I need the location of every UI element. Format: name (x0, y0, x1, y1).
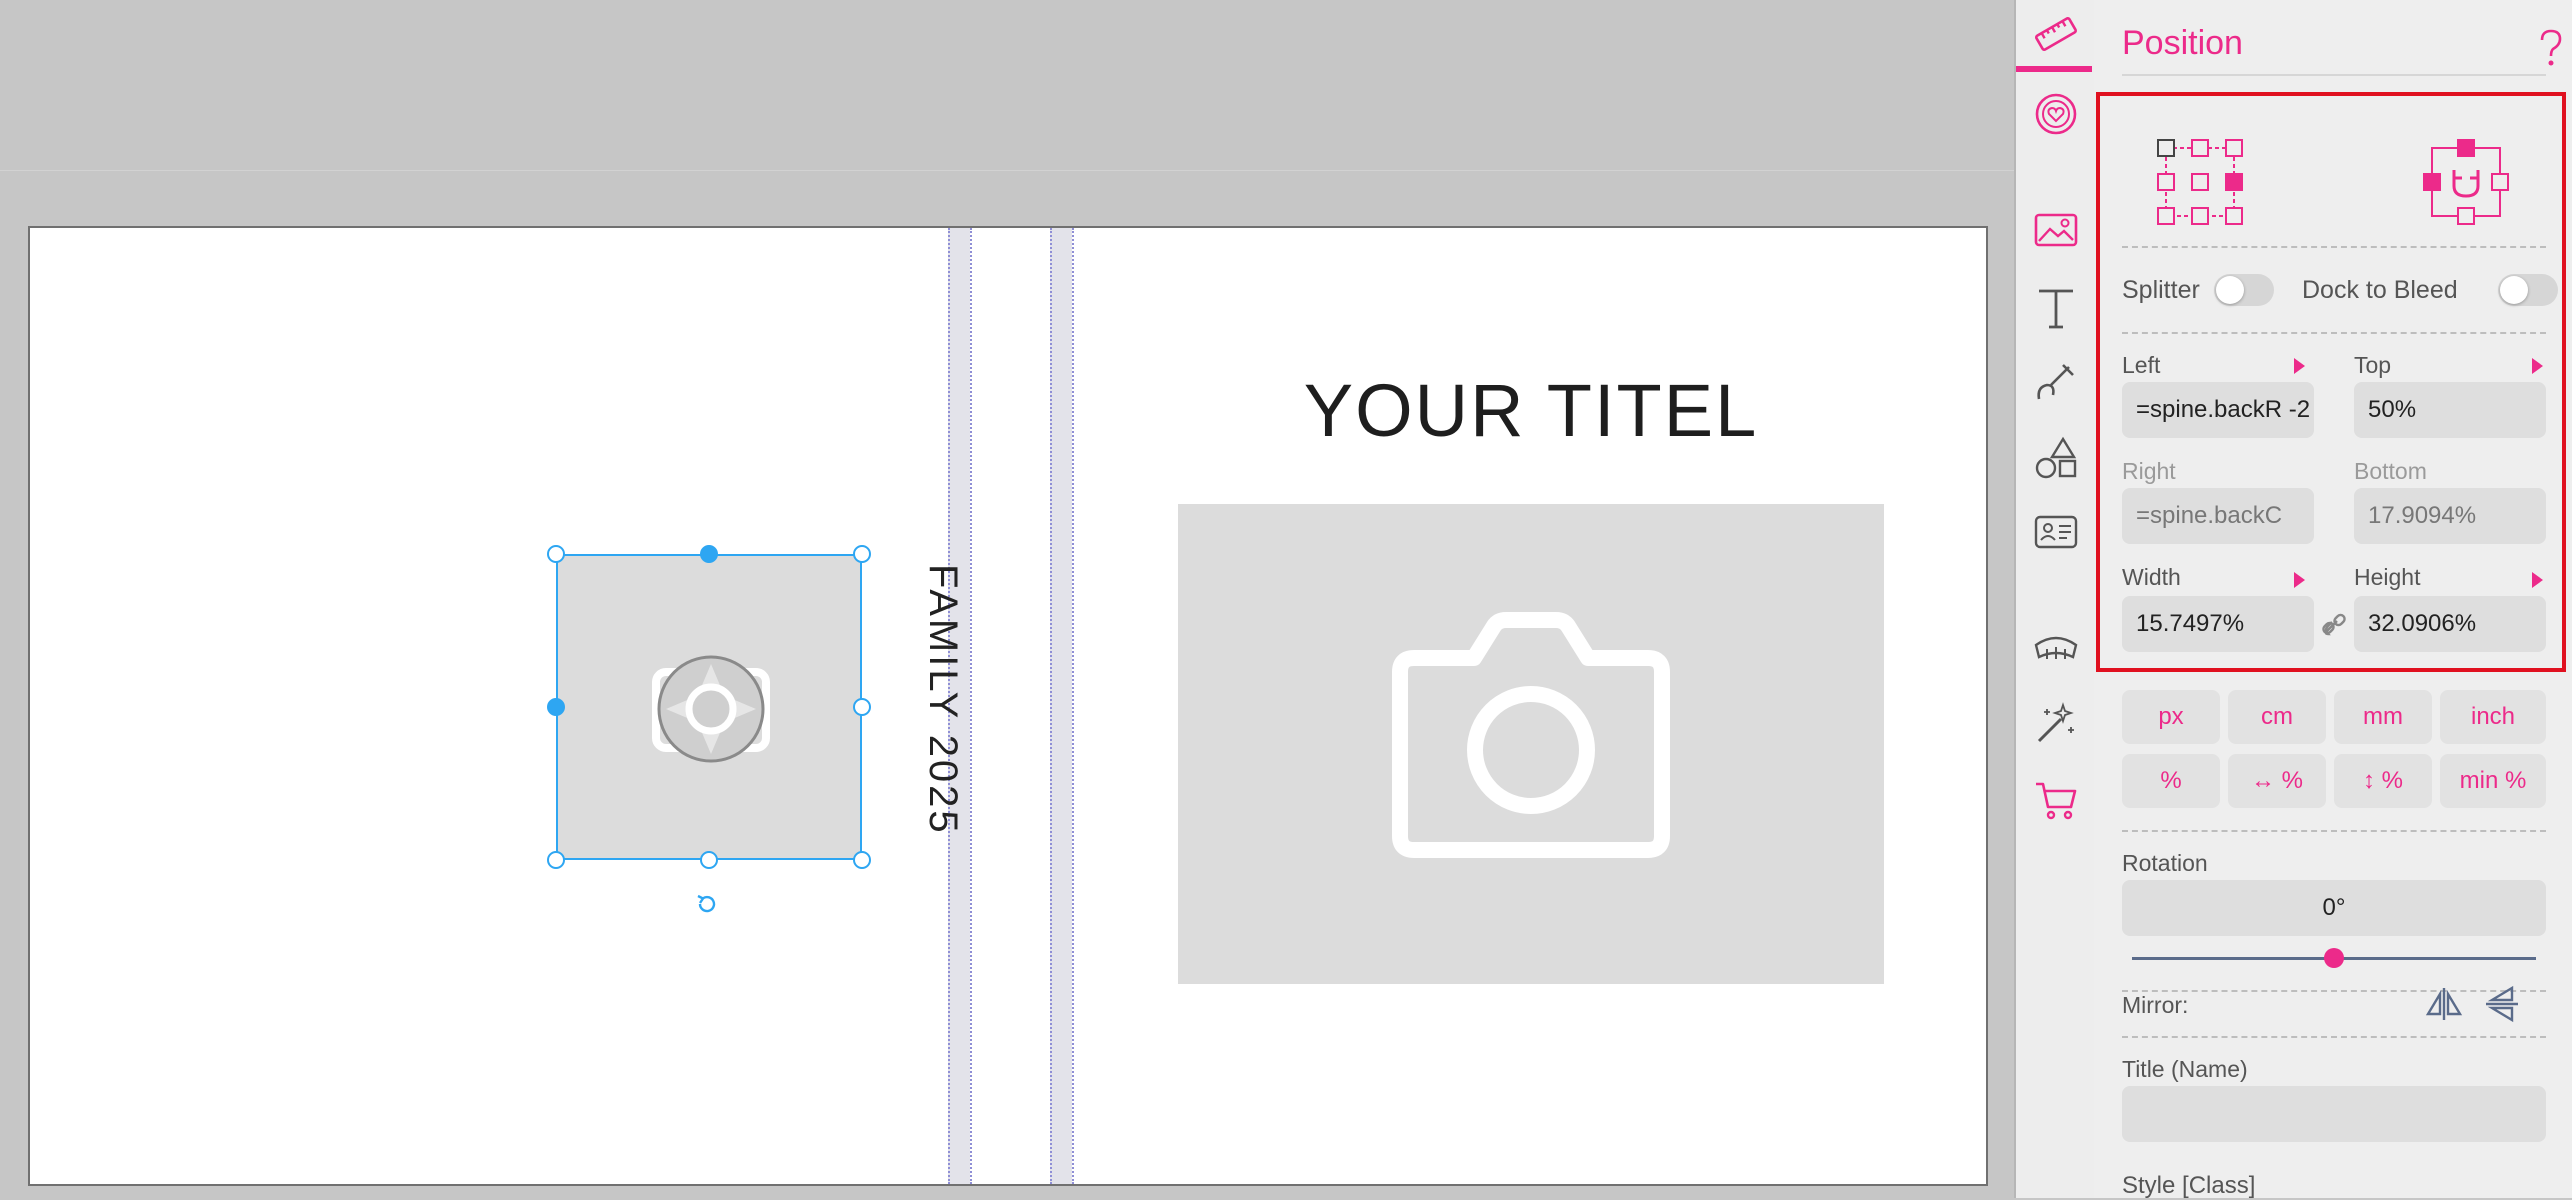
rotation-input[interactable]: 0° (2122, 880, 2546, 936)
rotation-label: Rotation (2122, 850, 2208, 876)
top-input[interactable]: 50% (2354, 382, 2546, 438)
unit-height-percent-button[interactable]: ↕ % (2334, 754, 2432, 808)
active-tab-indicator (2016, 66, 2092, 72)
top-label: Top (2354, 352, 2392, 378)
width-expand-arrow[interactable] (2294, 572, 2305, 588)
tool-sidebar (2014, 0, 2094, 1198)
splitter-label: Splitter (2122, 276, 2200, 304)
link-aspect-icon[interactable] (2320, 610, 2348, 643)
resize-handle-ne[interactable] (853, 545, 871, 563)
anchor-grid-icon[interactable] (2152, 134, 2248, 235)
resize-handle-nw[interactable] (547, 545, 565, 563)
style-class-label: Style [Class] (2122, 1172, 2256, 1199)
question-icon[interactable] (2536, 28, 2566, 73)
height-label: Height (2354, 564, 2421, 590)
dock-to-bleed-toggle[interactable] (2498, 274, 2558, 306)
cover-title[interactable]: YOUR TITEL (1072, 368, 1990, 453)
rotation-slider-thumb[interactable] (2324, 948, 2344, 968)
guide-line (1050, 228, 1052, 1184)
unit-px-button[interactable]: px (2122, 690, 2220, 744)
front-image-placeholder[interactable] (1178, 504, 1884, 984)
splitter-toggle[interactable] (2214, 274, 2274, 306)
position-panel: Position Splitter Dock to Bleed Left Top… (2094, 0, 2572, 1199)
left-label: Left (2122, 352, 2161, 378)
sketch-icon[interactable] (2030, 624, 2082, 676)
unit-mm-button[interactable]: mm (2334, 690, 2432, 744)
cart-icon[interactable] (2030, 774, 2082, 826)
rotate-handle-icon[interactable] (694, 892, 718, 921)
divider (2122, 830, 2546, 832)
resize-handle-sw[interactable] (547, 851, 565, 869)
mirror-label: Mirror: (2122, 992, 2189, 1018)
left-expand-arrow[interactable] (2294, 358, 2305, 374)
resize-handle-s[interactable] (700, 851, 718, 869)
right-label: Right (2122, 458, 2176, 484)
bottom-input[interactable]: 17.9094% (2354, 488, 2546, 544)
unit-width-percent-button[interactable]: ↔ % (2228, 754, 2326, 808)
magic-wand-icon[interactable] (2030, 698, 2082, 750)
dock-to-bleed-label: Dock to Bleed (2302, 276, 2458, 304)
mirror-horizontal-icon[interactable] (2424, 984, 2464, 1029)
ruler-icon[interactable] (2030, 8, 2082, 60)
guide-line (970, 228, 972, 1184)
spine-bleed-right (1050, 228, 1072, 1184)
camera-icon (1392, 612, 1670, 863)
bottom-label: Bottom (2354, 458, 2427, 484)
divider (2122, 1036, 2546, 1038)
mirror-vertical-icon[interactable] (2482, 984, 2522, 1029)
shapes-icon[interactable] (2030, 432, 2082, 484)
resize-handle-e[interactable] (853, 698, 871, 716)
brush-icon[interactable] (2030, 356, 2082, 408)
magnet-snap-icon[interactable] (2418, 134, 2514, 235)
canvas-area[interactable]: FAMILY 2025 YOUR TITEL (0, 0, 2014, 1198)
image-icon[interactable] (2030, 204, 2082, 256)
resize-handle-se[interactable] (853, 851, 871, 869)
resize-handle-w[interactable] (547, 698, 565, 716)
unit-inch-button[interactable]: inch (2440, 690, 2546, 744)
placeholder-move-icon (652, 650, 770, 773)
height-expand-arrow[interactable] (2532, 572, 2543, 588)
width-input[interactable]: 15.7497% (2122, 596, 2314, 652)
top-expand-arrow[interactable] (2532, 358, 2543, 374)
heart-badge-icon[interactable] (2030, 88, 2082, 140)
resize-handle-n[interactable] (700, 545, 718, 563)
text-icon[interactable] (2030, 282, 2082, 334)
left-input[interactable]: =spine.backR -2 (2122, 382, 2314, 438)
id-card-icon[interactable] (2030, 506, 2082, 558)
selected-image-placeholder[interactable] (556, 554, 862, 860)
title-name-label: Title (Name) (2122, 1056, 2248, 1082)
divider (2122, 246, 2546, 248)
spine-text[interactable]: FAMILY 2025 (921, 564, 965, 836)
height-input[interactable]: 32.0906% (2354, 596, 2546, 652)
panel-title: Position (2122, 24, 2243, 62)
book-cover-page[interactable]: FAMILY 2025 YOUR TITEL (28, 226, 1988, 1186)
divider (2122, 332, 2546, 334)
right-input[interactable]: =spine.backC (2122, 488, 2314, 544)
unit-cm-button[interactable]: cm (2228, 690, 2326, 744)
unit-percent-button[interactable]: % (2122, 754, 2220, 808)
ruler-divider (0, 170, 2014, 171)
title-name-input[interactable] (2122, 1086, 2546, 1142)
unit-min-percent-button[interactable]: min % (2440, 754, 2546, 808)
title-divider (2122, 74, 2546, 76)
width-label: Width (2122, 564, 2181, 590)
